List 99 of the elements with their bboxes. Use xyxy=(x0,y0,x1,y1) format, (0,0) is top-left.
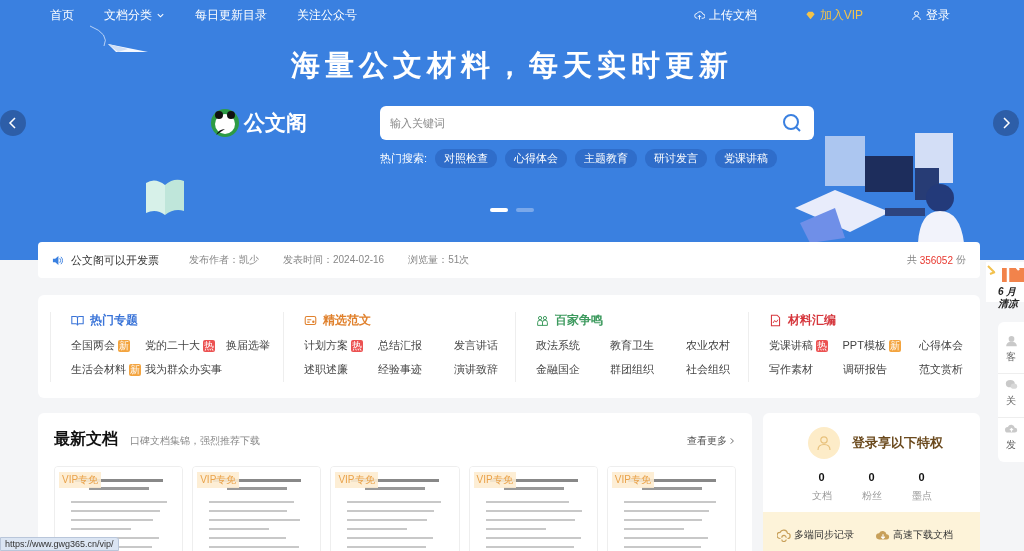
vip-free-tag: VIP专免 xyxy=(611,472,654,488)
hot-search-tag[interactable]: 心得体会 xyxy=(505,149,568,168)
category-link[interactable]: 演讲致辞 xyxy=(453,362,515,377)
hot-badge: 热 xyxy=(203,339,215,352)
chevron-right-icon xyxy=(1000,117,1012,129)
user-icon xyxy=(911,9,922,21)
avatar-placeholder[interactable] xyxy=(808,427,840,459)
side-tool-link[interactable]: 客 xyxy=(998,330,1024,374)
category-link[interactable]: 全国两会 新 xyxy=(71,338,141,353)
category-link[interactable]: 教育卫生 xyxy=(610,338,682,353)
search-icon xyxy=(782,113,802,133)
cloud-upload-icon xyxy=(1004,422,1018,435)
site-logo-text: 公文阁 xyxy=(244,110,307,136)
notice-views: 浏览量：51次 xyxy=(408,253,470,267)
category-link[interactable]: 总结汇报 xyxy=(377,338,450,353)
total-prefix: 共 xyxy=(906,253,917,267)
category-link[interactable]: 心得体会 xyxy=(918,338,980,353)
chevron-left-icon xyxy=(7,117,19,129)
total-suffix: 份 xyxy=(956,253,966,267)
user-icon xyxy=(816,435,832,451)
hot-badge: 热 xyxy=(350,339,363,352)
speaker-icon xyxy=(52,254,63,266)
category-link[interactable]: 发言讲话 xyxy=(453,338,515,353)
hot-badge: 热 xyxy=(815,339,828,352)
category-link[interactable]: 农业农村 xyxy=(686,338,748,353)
category-link[interactable]: 述职述廉 xyxy=(303,362,374,377)
hot-search-label: 热门搜索: xyxy=(380,151,428,166)
chevron-right-icon xyxy=(729,437,736,445)
headset-person-icon xyxy=(1004,334,1018,347)
upload-link[interactable]: 上传文档 xyxy=(693,6,757,24)
next-arrow-button[interactable] xyxy=(993,110,1019,136)
view-more-link[interactable]: 查看更多 xyxy=(687,434,736,448)
notice-text[interactable]: 公文阁可以开发票 xyxy=(71,252,159,268)
login-benefits-title[interactable]: 登录享以下特权 xyxy=(852,434,943,452)
category-link[interactable]: 社会组织 xyxy=(686,362,748,377)
category-title[interactable]: 热门专题 xyxy=(90,311,138,329)
nav-link[interactable]: 关注公众号 xyxy=(297,6,357,24)
vip-free-tag: VIP专免 xyxy=(473,472,516,488)
category-link[interactable]: 经验事迹 xyxy=(377,362,450,377)
category-link[interactable]: 换届选举 xyxy=(226,338,283,353)
search-field[interactable]: 输入关键词 xyxy=(380,106,814,140)
new-badge: 新 xyxy=(888,339,901,352)
people-icon xyxy=(536,313,549,327)
new-badge: 新 xyxy=(129,363,141,376)
hot-search-tag[interactable]: 党课讲稿 xyxy=(715,149,778,168)
category-link[interactable]: 党的二十大 热 xyxy=(145,338,222,353)
previous-arrow-button[interactable] xyxy=(0,110,26,136)
login-link[interactable]: 登录 xyxy=(911,6,950,24)
stat-value: 0 xyxy=(918,471,925,483)
vip-free-tag: VIP专免 xyxy=(335,472,378,488)
cloud-download-icon xyxy=(876,528,890,542)
gift-box-drawing xyxy=(986,262,1024,282)
category-title[interactable]: 材料汇编 xyxy=(787,311,836,329)
stat-label: 粉丝 xyxy=(861,489,882,502)
diamond-icon xyxy=(804,9,816,21)
hot-search-tag[interactable]: 主题教育 xyxy=(575,149,638,168)
chat-bubbles-icon xyxy=(1004,378,1018,391)
category-link[interactable]: 群团组织 xyxy=(610,362,682,377)
category-link[interactable]: 党课讲稿 热 xyxy=(768,338,839,353)
section-subtitle: 口碑文档集锦，强烈推荐下载 xyxy=(130,434,260,448)
category-link[interactable]: 金融国企 xyxy=(536,362,606,377)
category-title[interactable]: 百家争鸣 xyxy=(555,311,603,329)
new-badge: 新 xyxy=(118,339,130,352)
vip-free-tag: VIP专免 xyxy=(59,472,102,488)
category-link[interactable]: 调研报告 xyxy=(842,362,915,377)
category-link[interactable]: 计划方案 热 xyxy=(303,338,374,353)
status-url-tooltip: https://www.gwg365.cn/vip/ xyxy=(0,537,119,551)
panda-logo-icon xyxy=(210,108,240,138)
cloud-upload-icon xyxy=(693,9,705,21)
category-link[interactable]: 生活会材料 新 xyxy=(71,362,141,377)
notice-author: 发布作者：凯少 xyxy=(189,253,259,267)
category-link[interactable]: PPT模板 新 xyxy=(842,338,915,353)
stat-label: 墨点 xyxy=(911,489,932,502)
benefit-label: 多端同步记录 xyxy=(794,528,854,542)
cloud-sync-icon xyxy=(777,528,791,542)
nav-link[interactable]: 首页 xyxy=(50,6,74,24)
total-count: 356052 xyxy=(919,254,953,266)
category-link[interactable]: 我为群众办实事 xyxy=(145,362,222,377)
category-link[interactable]: 政法系统 xyxy=(536,338,606,353)
notice-date: 发表时间：2024-02-16 xyxy=(283,253,385,267)
section-title: 最新文档 xyxy=(54,429,118,449)
banner-headline: 海量公文材料，每天实时更新 xyxy=(290,47,734,84)
stat-value: 0 xyxy=(818,471,825,483)
category-link[interactable]: 范文赏析 xyxy=(918,362,980,377)
stat-value: 0 xyxy=(868,471,875,483)
category-link[interactable]: 写作素材 xyxy=(768,362,839,377)
report-icon xyxy=(768,313,782,327)
stat-label: 文档 xyxy=(811,489,832,502)
nav-link[interactable]: 文档分类 xyxy=(104,6,165,24)
open-book-icon xyxy=(71,313,84,327)
promo-text[interactable]: 清凉 xyxy=(986,298,1018,310)
side-tool-link[interactable]: 关 xyxy=(998,374,1024,418)
hot-search-tag[interactable]: 对照检查 xyxy=(435,149,498,168)
nav-link[interactable]: 每日更新目录 xyxy=(195,6,267,24)
benefit-label: 高速下载文档 xyxy=(893,528,953,542)
document-card-icon xyxy=(303,313,317,327)
vip-free-tag: VIP专免 xyxy=(197,472,240,488)
side-tool-link[interactable]: 发 xyxy=(998,418,1024,462)
hot-search-tag[interactable]: 研讨发言 xyxy=(645,149,708,168)
